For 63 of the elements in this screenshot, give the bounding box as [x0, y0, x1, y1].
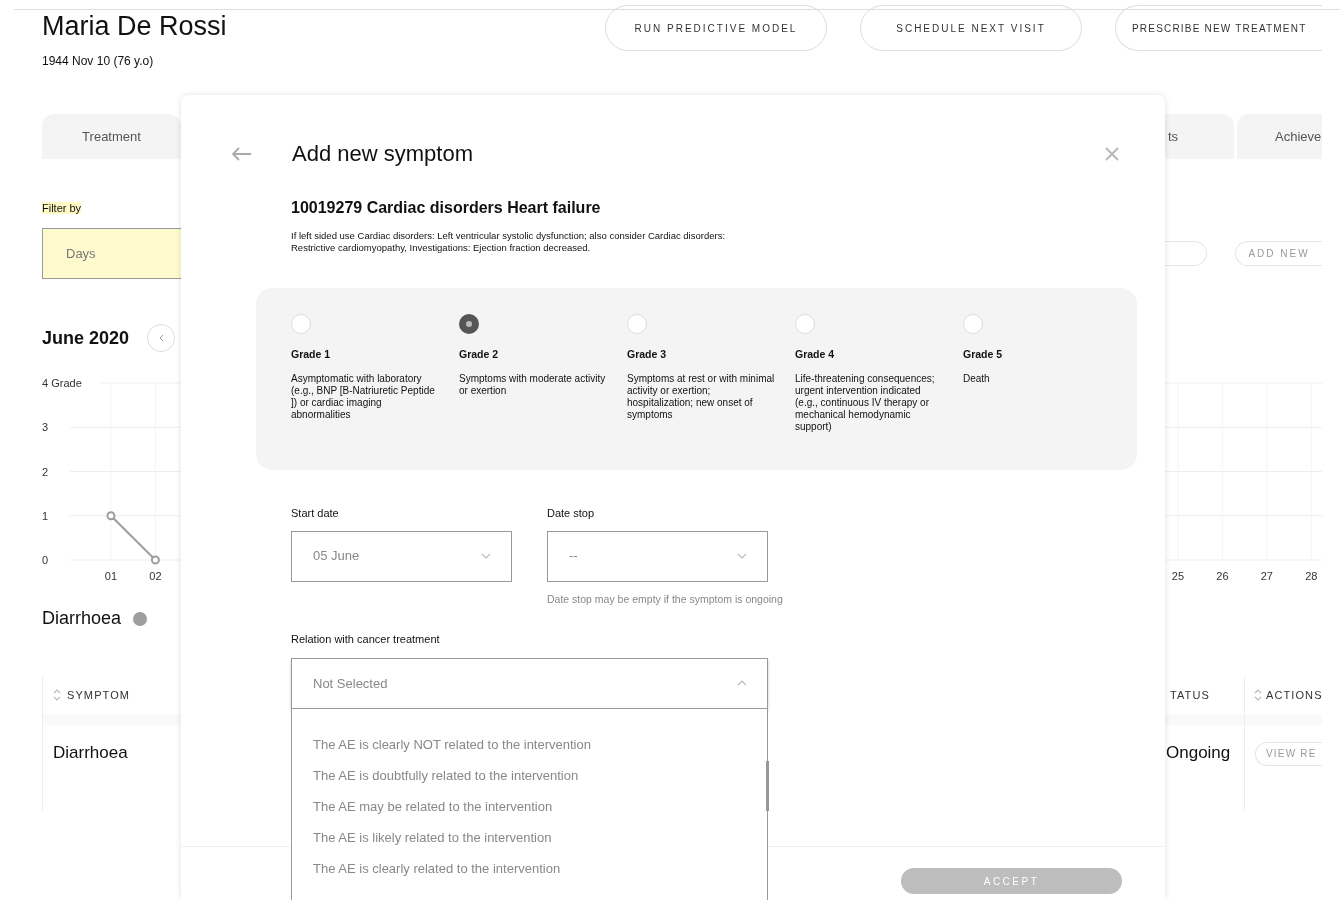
date-select[interactable]: --	[547, 530, 768, 582]
column-header: TATUS	[1170, 687, 1210, 703]
back-arrow-icon[interactable]	[231, 145, 252, 162]
column-header: SYMPTOM	[67, 687, 131, 703]
grade-description: Symptoms at rest or with minimal activity or exertion; hospitalization; new onset of symptoms	[627, 372, 775, 421]
chevron-down-icon	[737, 553, 747, 559]
sort-icon[interactable]	[53, 688, 61, 702]
grade-description: Asymptomatic with laboratory (e.g., BNP [B-Natriuretic Peptide ]) or cardiac imaging abnormalities	[291, 372, 436, 421]
x-axis-label: 27	[1260, 570, 1273, 582]
date-select[interactable]: 05 June	[291, 530, 512, 582]
modal-title: Add new symptom	[292, 140, 474, 168]
filter-label: Filter by	[42, 202, 82, 214]
radio-button[interactable]	[291, 314, 311, 334]
y-axis-label: 2	[42, 465, 49, 478]
field-label: Relation with cancer treatment	[291, 632, 441, 648]
y-axis-label: 3	[42, 421, 49, 434]
symptom-title: 10019279 Cardiac disorders Heart failure	[291, 198, 602, 218]
table-cell: Ongoing	[1166, 743, 1231, 762]
field-label: Date stop	[547, 506, 596, 521]
y-axis-label: 0	[42, 554, 49, 566]
symptom-description: If left sided use Cardiac disorders: Left ventricular systolic dysfunction; also consider Cardiac disorders: Restrictive cardiomyopathy, Investigations: Ejection fraction decreased.	[291, 230, 727, 254]
grade-label: Grade 3	[627, 347, 668, 362]
column-header: ACTIONS	[1266, 687, 1322, 703]
chevron-left-icon	[158, 334, 164, 342]
chevron-up-icon	[737, 680, 747, 687]
x-axis-label: 28	[1305, 570, 1318, 582]
x-axis-label: 26	[1216, 570, 1229, 582]
patient-name: Maria De Rossi	[42, 10, 227, 42]
close-icon[interactable]	[1105, 146, 1119, 161]
month-title: June 2020	[42, 326, 130, 350]
dropdown-option[interactable]: The AE is clearly NOT related to the intervention	[292, 728, 767, 760]
tab[interactable]: Treatment	[42, 114, 181, 159]
x-axis-label: 01	[104, 570, 118, 582]
radio-button[interactable]	[795, 314, 815, 334]
y-axis-label: 4 Grade	[42, 377, 82, 389]
y-axis-label: 1	[42, 509, 49, 522]
grade-label: Grade 2	[459, 347, 500, 362]
field-label: Start date	[291, 506, 340, 521]
dropdown-option[interactable]: The AE is clearly related to the intervention	[292, 852, 767, 884]
grade-label: Grade 5	[963, 347, 1004, 362]
dropdown-option[interactable]: The AE is likely related to the intervention	[292, 821, 767, 853]
table-cell: Diarrhoea	[53, 743, 128, 762]
radio-button[interactable]	[627, 314, 647, 334]
radio-button[interactable]	[459, 314, 479, 334]
hint-text: Date stop may be empty if the symptom is ongoing	[547, 591, 783, 607]
accept-button: ACCEPT	[901, 868, 1122, 894]
patient-birthdate: 1944 Nov 10 (76 y.o)	[42, 53, 155, 70]
radio-button[interactable]	[963, 314, 983, 334]
x-axis-label: 02	[149, 570, 162, 582]
scrollbar[interactable]	[766, 760, 769, 811]
relation-select[interactable]: Not Selected	[291, 657, 768, 709]
sort-icon[interactable]	[1254, 688, 1262, 702]
dropdown-option[interactable]: The AE may be related to the intervention	[292, 790, 767, 822]
dropdown-option[interactable]: The AE is doubtfully related to the intervention	[292, 759, 767, 791]
grade-label: Grade 4	[795, 347, 836, 362]
tab[interactable]: Achieve	[1237, 114, 1322, 159]
grade-description: Death	[963, 372, 991, 385]
grade-description: Life-threatening consequences; urgent intervention indicated (e.g., continuous IV therapy or mechanical hemodynamic support)	[795, 372, 936, 433]
grade-label: Grade 1	[291, 347, 332, 362]
x-axis-label: 25	[1171, 570, 1185, 582]
legend-label: Diarrhoea	[42, 607, 122, 630]
grade-description: Symptoms with moderate activity or exertion	[459, 372, 607, 397]
chevron-down-icon	[481, 553, 491, 559]
